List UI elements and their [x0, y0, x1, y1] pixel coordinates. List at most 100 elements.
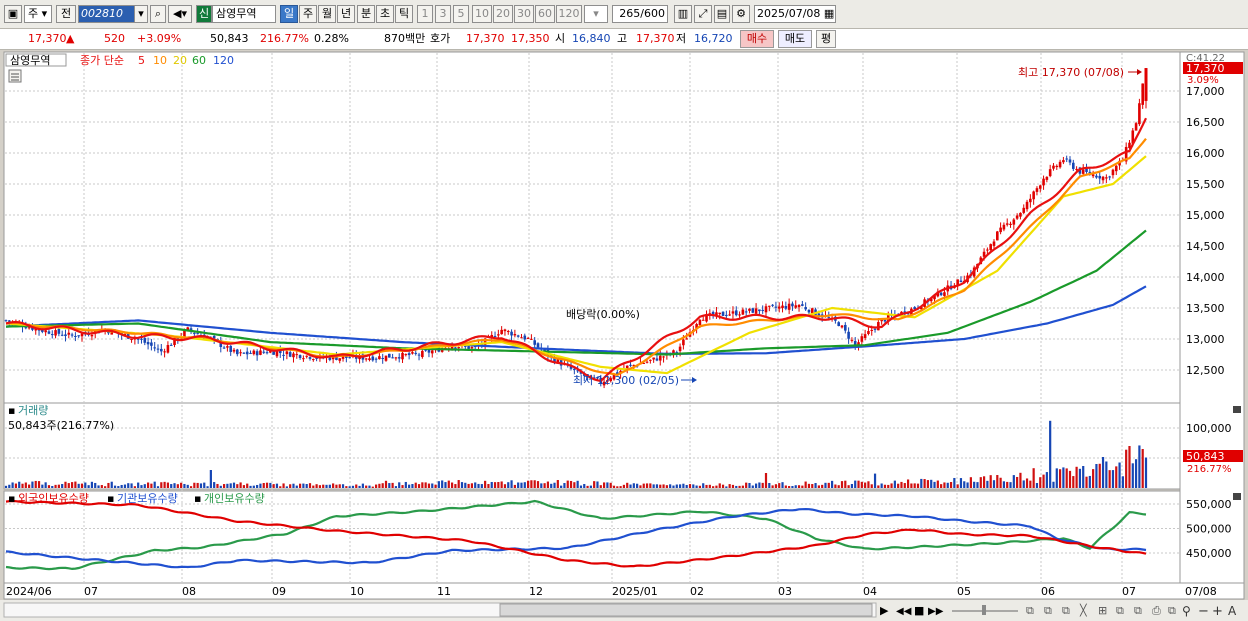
compare-icon[interactable]: ⧉: [1062, 604, 1070, 617]
print-icon[interactable]: ⎙: [1152, 604, 1161, 617]
individual-legend: 개인보유수량: [204, 492, 265, 505]
volume-bar: [256, 484, 259, 488]
chart-type-icon[interactable]: ▥: [674, 5, 692, 23]
volume-bar: [1125, 449, 1128, 488]
ma60-legend: 60: [192, 54, 206, 67]
holdings-panel-close-icon[interactable]: [1233, 493, 1241, 500]
volume-bar: [1098, 463, 1101, 488]
volume-bar: [143, 484, 146, 488]
search-icon[interactable]: ⌕: [150, 5, 166, 23]
period-second-button[interactable]: 초: [376, 5, 394, 23]
stock-name-field[interactable]: 삼영무역: [212, 5, 276, 23]
volume-bar: [916, 483, 920, 488]
drawing-tool-icon[interactable]: ⤢: [694, 5, 712, 23]
zoom-slider-handle[interactable]: [982, 605, 986, 615]
volume-bar: [196, 482, 199, 488]
trade-amount: 870백만: [384, 32, 426, 45]
candle-body: [943, 292, 946, 296]
zoom-in-icon[interactable]: +: [1212, 604, 1223, 619]
holdings-tick-label: 500,000: [1186, 523, 1232, 536]
volume-bar: [203, 482, 206, 488]
volume-bar: [560, 485, 563, 488]
period-tick-button[interactable]: 틱: [395, 5, 413, 23]
candle-body: [27, 327, 31, 329]
period-minute-button[interactable]: 분: [357, 5, 375, 23]
zoom-search-icon[interactable]: ⚲: [1182, 604, 1191, 618]
volume-bar: [523, 482, 526, 488]
candle-body: [388, 353, 391, 358]
volume-bar: [953, 477, 956, 488]
gear-icon[interactable]: ⚙: [732, 5, 750, 23]
volume-bar: [51, 486, 54, 488]
volume-bar: [176, 484, 179, 488]
volume-bar: [401, 485, 404, 488]
custom-period-select[interactable]: ▾: [584, 5, 608, 23]
stop-icon[interactable]: ■: [914, 604, 924, 617]
current-volume-pct: 216.77%: [1187, 464, 1232, 475]
font-size-icon[interactable]: A: [1228, 604, 1237, 618]
current-volume-tag-text: 50,843: [1186, 450, 1225, 463]
volume-bar: [745, 482, 748, 488]
candle-body: [265, 352, 269, 354]
sell-button[interactable]: 매도: [778, 30, 812, 48]
volume-bar: [959, 478, 963, 488]
volume-bar: [1016, 476, 1019, 488]
candle-body: [939, 292, 943, 296]
low-label: 저: [676, 32, 687, 45]
layout-icon[interactable]: ▣: [4, 5, 22, 23]
stock-type-select[interactable]: 주 ▾: [24, 5, 52, 23]
volume-bar: [404, 481, 407, 488]
volume-bar: [636, 483, 639, 488]
volume-bar: [460, 482, 464, 488]
minute-120-button[interactable]: 120: [556, 5, 582, 23]
minute-3-button[interactable]: 3: [435, 5, 451, 23]
minute-1-button[interactable]: 1: [417, 5, 433, 23]
rewind-icon[interactable]: ◀◀: [896, 606, 912, 617]
split-icon[interactable]: ⧉: [1116, 604, 1124, 617]
period-day-button[interactable]: 일: [280, 5, 298, 23]
minute-60-button[interactable]: 60: [535, 5, 555, 23]
speaker-icon[interactable]: ◀▾: [168, 5, 192, 23]
period-year-button[interactable]: 년: [337, 5, 355, 23]
scrollbar-thumb[interactable]: [499, 603, 873, 617]
volume-bar: [781, 482, 784, 488]
date-input[interactable]: 2025/07/08 ▦: [754, 5, 836, 23]
period-week-button[interactable]: 주: [299, 5, 317, 23]
volume-panel-close-icon[interactable]: [1233, 406, 1241, 413]
evaluate-button[interactable]: 평: [816, 30, 836, 48]
candle-body: [718, 312, 722, 315]
candle-body: [255, 351, 259, 356]
volume-bar: [1068, 470, 1072, 488]
volume-bar: [923, 479, 926, 488]
volume-bar: [553, 482, 556, 488]
prev-button[interactable]: 전: [56, 5, 76, 23]
candle-body: [784, 306, 788, 309]
minute-30-button[interactable]: 30: [514, 5, 534, 23]
candle-body: [754, 308, 758, 314]
code-dropdown-icon[interactable]: ▾: [134, 5, 148, 23]
tile-icon[interactable]: ⧉: [1134, 604, 1142, 617]
volume-bar: [1144, 457, 1148, 488]
save-icon[interactable]: ▤: [714, 5, 730, 23]
volume-bar: [943, 482, 946, 488]
copy-chart-icon[interactable]: ⧉: [1026, 604, 1034, 617]
volume-value: 50,843: [210, 32, 249, 45]
candle-body: [1009, 223, 1012, 226]
minute-10-button[interactable]: 10: [472, 5, 492, 23]
count-field[interactable]: 265/600: [612, 5, 668, 23]
minute-20-button[interactable]: 20: [493, 5, 513, 23]
volume-bar: [480, 484, 483, 488]
export-icon[interactable]: ⧉: [1168, 604, 1176, 617]
stock-code-input[interactable]: 002810: [78, 5, 138, 23]
candle-body: [751, 308, 755, 313]
grid-toggle-icon[interactable]: ⊞: [1098, 604, 1107, 617]
overlay-chart-icon[interactable]: ⧉: [1044, 604, 1052, 617]
zoom-out-icon[interactable]: −: [1198, 604, 1209, 619]
volume-bar: [374, 484, 378, 488]
minute-5-button[interactable]: 5: [453, 5, 469, 23]
period-month-button[interactable]: 월: [318, 5, 336, 23]
scroll-right-icon[interactable]: ▶: [880, 604, 889, 617]
fast-forward-icon[interactable]: ▶▶: [928, 606, 944, 617]
stock-chart[interactable]: 12,500 13,000 13,500 14,000 14,500 15,000 15,5…: [0, 50, 1248, 621]
buy-button[interactable]: 매수: [740, 30, 774, 48]
